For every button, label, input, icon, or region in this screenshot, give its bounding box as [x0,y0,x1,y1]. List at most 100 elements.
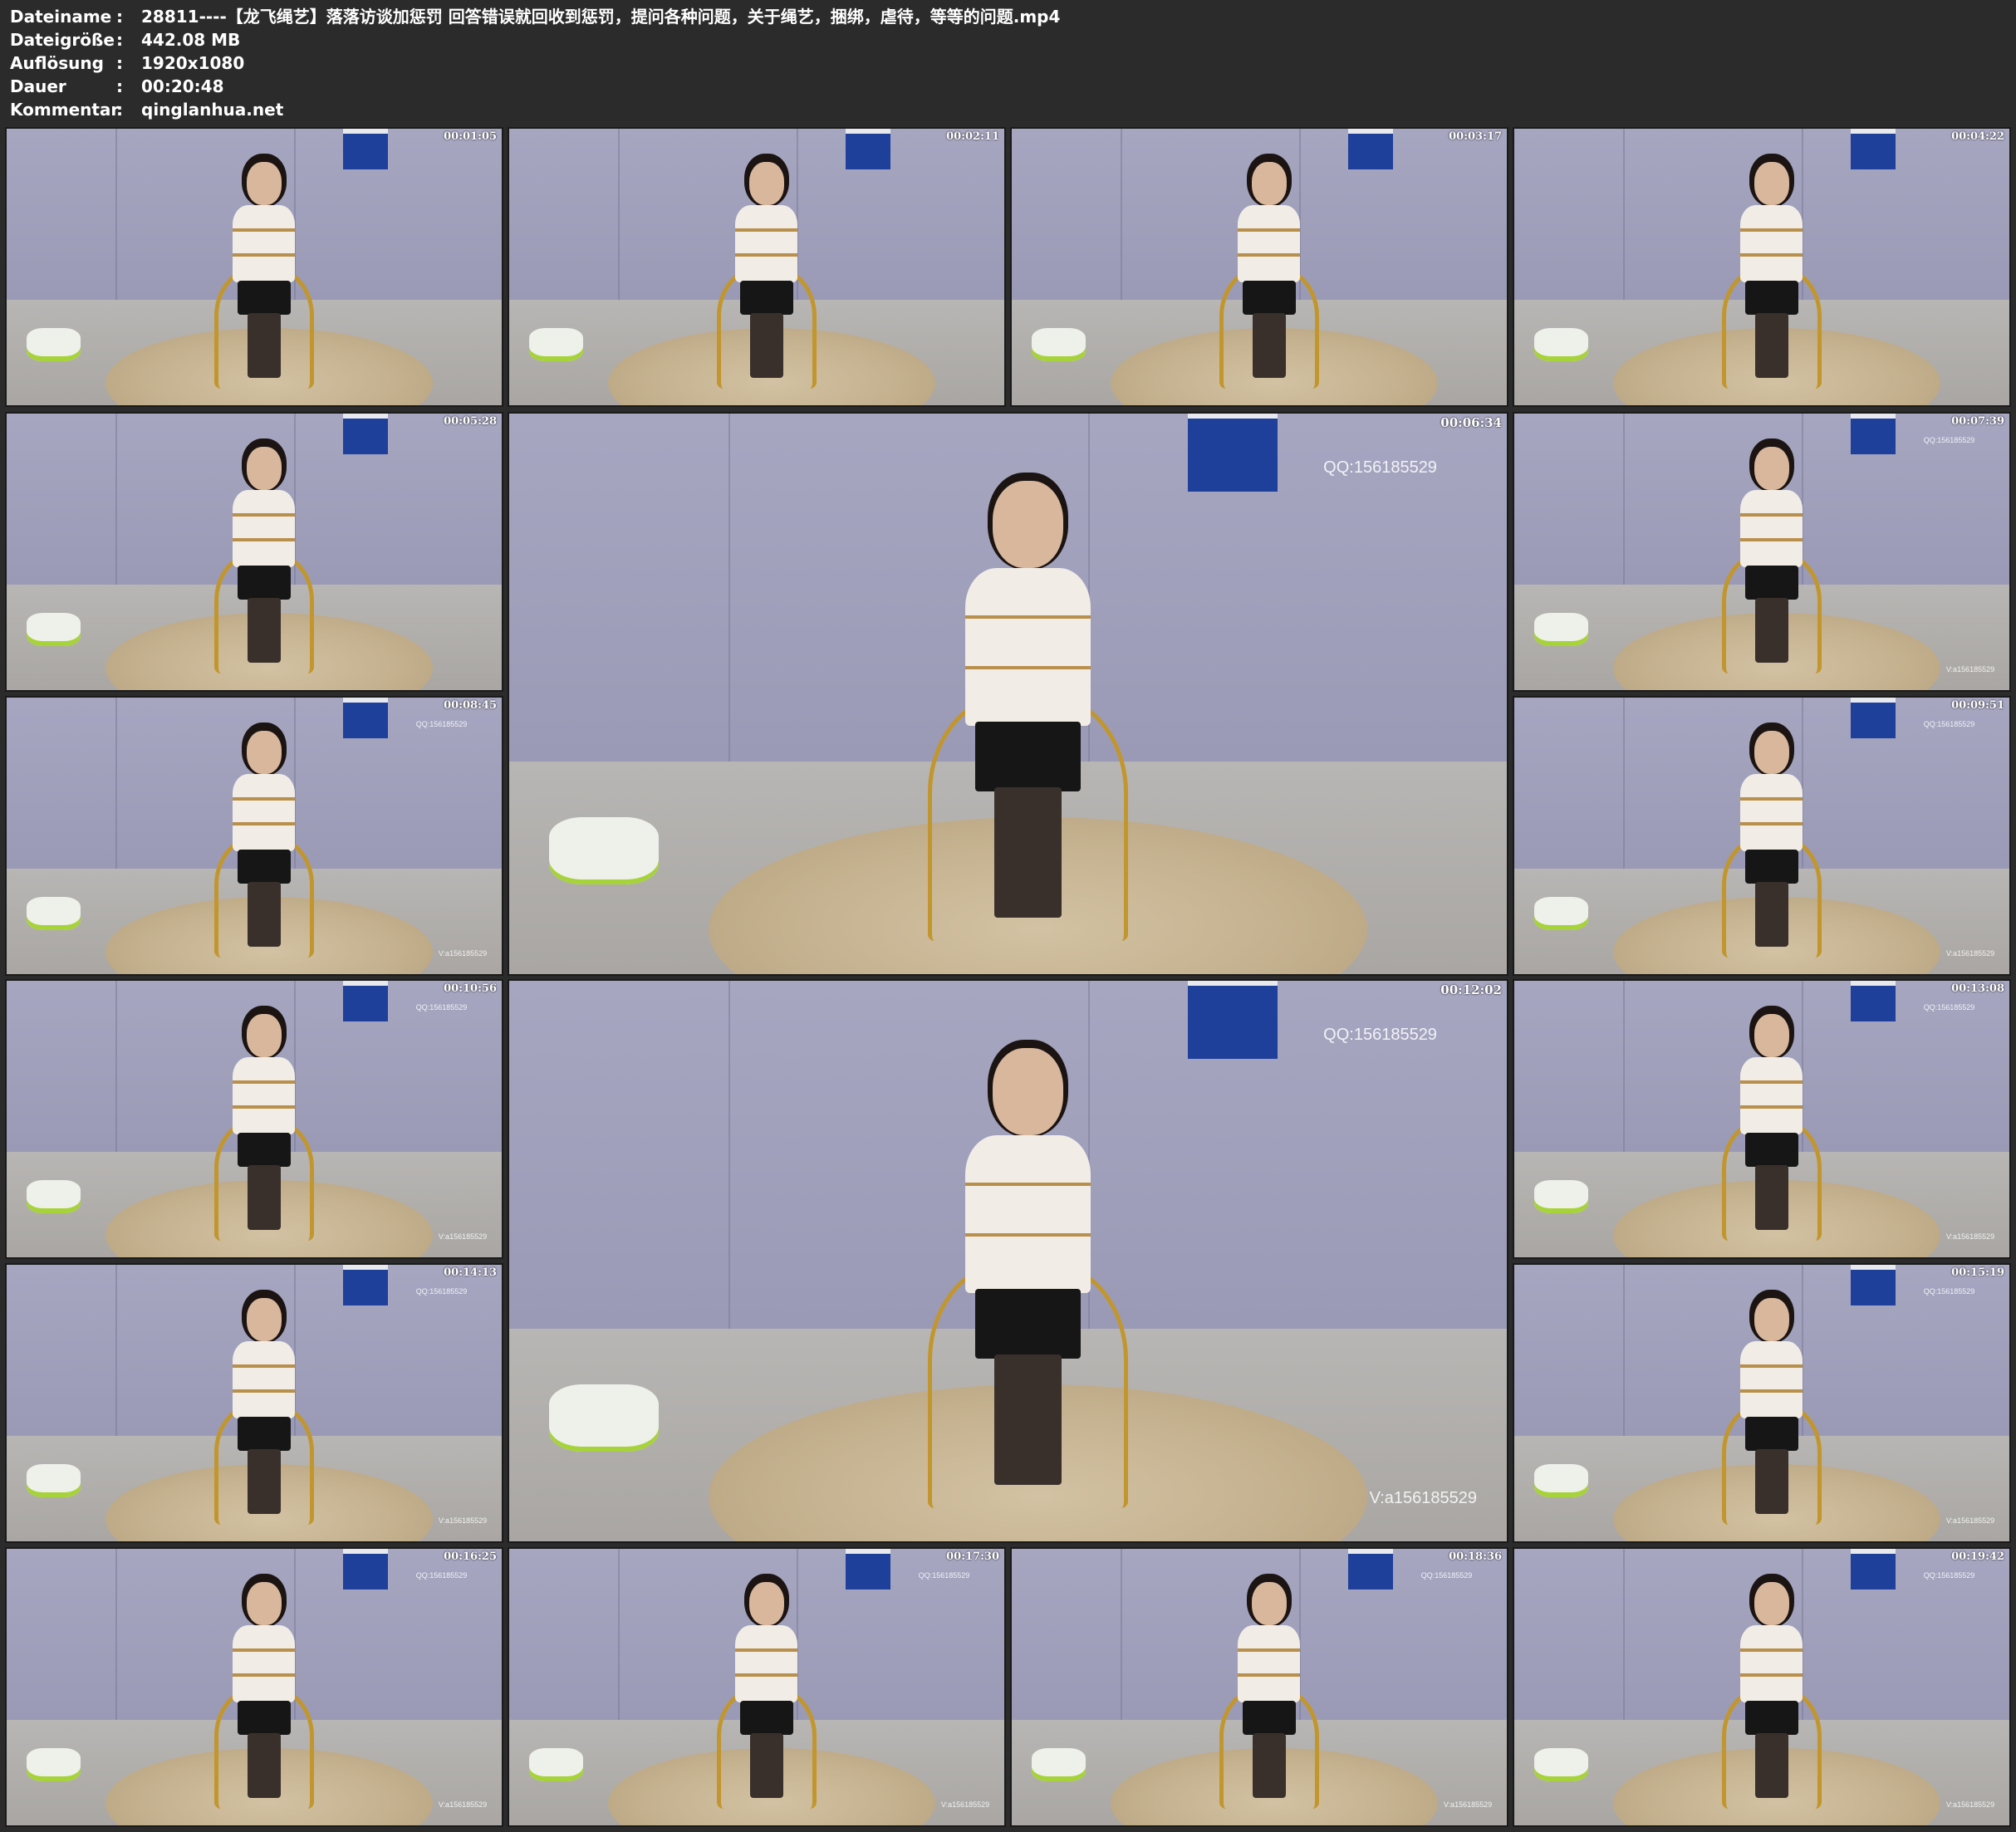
watermark-qq: QQ:156185529 [415,1002,468,1012]
seated-person [229,446,298,663]
scene-image [509,129,1004,405]
watermark-qq: QQ:156185529 [1923,1570,1975,1580]
scene-image [7,129,502,405]
timecode-label: 00:07:39 [1951,415,2004,428]
scene-image [7,981,502,1257]
video-thumbnail: 00:19:42 QQ:156185529 V:a156185529 [1513,1547,2011,1827]
watermark-v: V:a156185529 [438,949,488,958]
watermark-qq: QQ:156185529 [1923,719,1975,728]
blue-cloth [343,1549,388,1590]
video-thumbnail: 00:04:22 [1513,127,2011,407]
video-thumbnail: 00:12:02 QQ:156185529 V:a156185529 [508,979,1508,1543]
video-thumbnail: 00:08:45 QQ:156185529 V:a156185529 [5,696,503,976]
timecode-label: 00:04:22 [1951,130,2004,143]
timecode-label: 00:16:25 [444,1550,497,1563]
blue-cloth [1348,1549,1393,1590]
watermark-v: V:a156185529 [438,1516,488,1526]
blue-cloth [846,129,890,170]
video-thumbnail: 00:01:05 [5,127,503,407]
blue-cloth [1851,698,1896,739]
timecode-label: 00:18:36 [1449,1550,1502,1563]
blue-cloth [1851,414,1896,455]
video-thumbnail: 00:15:19 QQ:156185529 V:a156185529 [1513,1263,2011,1543]
watermark-v: V:a156185529 [940,1800,990,1810]
watermark-qq: QQ:156185529 [1923,435,1975,444]
slippers [26,1179,81,1213]
timecode-label: 00:17:30 [946,1550,999,1563]
blue-cloth [1851,129,1896,170]
watermark-v: V:a156185529 [1945,1800,1995,1810]
slippers [1533,1463,1589,1497]
seated-person [1737,730,1806,947]
blue-cloth [1187,414,1278,492]
watermark-qq: QQ:156185529 [1923,1286,1975,1296]
scene-image [1514,414,2009,690]
timecode-label: 00:02:11 [946,130,999,143]
slippers [1031,327,1086,361]
watermark-v: V:a156185529 [1945,1232,1995,1242]
scene-image [7,1265,502,1541]
seated-person [1737,1013,1806,1230]
seated-person [1234,161,1303,378]
timecode-label: 00:10:56 [444,982,497,995]
timecode-label: 00:09:51 [1951,699,2004,712]
seated-person [1737,161,1806,378]
thumbnail-grid: 00:01:05 00:02:11 00:03:17 00:04:22 00:0… [0,0,2016,1832]
timecode-label: 00:14:13 [444,1266,497,1279]
blue-cloth [343,414,388,455]
slippers [26,1463,81,1497]
scene-image [7,1549,502,1825]
slippers [528,1747,584,1781]
slippers [528,327,584,361]
scene-image [1012,1549,1507,1825]
blue-cloth [1851,981,1896,1022]
blue-cloth [343,698,388,739]
blue-cloth [343,1265,388,1306]
video-thumbnail: 00:18:36 QQ:156185529 V:a156185529 [1010,1547,1508,1827]
watermark-v: V:a156185529 [438,1232,488,1242]
seated-person [229,730,298,947]
timecode-label: 00:08:45 [444,699,497,712]
watermark-v: V:a156185529 [1443,1800,1493,1810]
timecode-label: 00:05:28 [444,415,497,428]
slippers [549,817,660,884]
scene-image [1514,981,2009,1257]
timecode-label: 00:03:17 [1449,130,1502,143]
scene-image [509,414,1507,974]
slippers [1533,896,1589,930]
seated-person [229,161,298,378]
slippers [1533,327,1589,361]
blue-cloth [343,129,388,170]
timecode-label: 00:13:08 [1951,982,2004,995]
blue-cloth [846,1549,890,1590]
video-thumbnail: 00:10:56 QQ:156185529 V:a156185529 [5,979,503,1259]
blue-cloth [1851,1549,1896,1590]
slippers [1533,1747,1589,1781]
scene-image [7,698,502,974]
video-thumbnail: 00:02:11 [508,127,1006,407]
timecode-label: 00:12:02 [1440,982,1502,997]
blue-cloth [1187,981,1278,1059]
scene-image [1514,1549,2009,1825]
slippers [549,1384,660,1452]
scene-image [1012,129,1507,405]
seated-person [1234,1581,1303,1798]
scene-image [509,981,1507,1541]
video-thumbnail: 00:05:28 [5,412,503,692]
seated-person [732,161,801,378]
video-thumbnail: 00:17:30 QQ:156185529 V:a156185529 [508,1547,1006,1827]
video-thumbnail: 00:06:34 QQ:156185529 [508,412,1508,976]
slippers [26,327,81,361]
video-thumbnail: 00:14:13 QQ:156185529 V:a156185529 [5,1263,503,1543]
video-thumbnail: 00:13:08 QQ:156185529 V:a156185529 [1513,979,2011,1259]
slippers [1031,1747,1086,1781]
timecode-label: 00:06:34 [1440,415,1502,430]
blue-cloth [1851,1265,1896,1306]
watermark-v: V:a156185529 [1369,1488,1477,1507]
blue-cloth [343,981,388,1022]
scene-image [1514,698,2009,974]
slippers [26,896,81,930]
watermark-qq: QQ:156185529 [1323,1026,1437,1044]
seated-person [958,1048,1097,1486]
seated-person [958,481,1097,918]
